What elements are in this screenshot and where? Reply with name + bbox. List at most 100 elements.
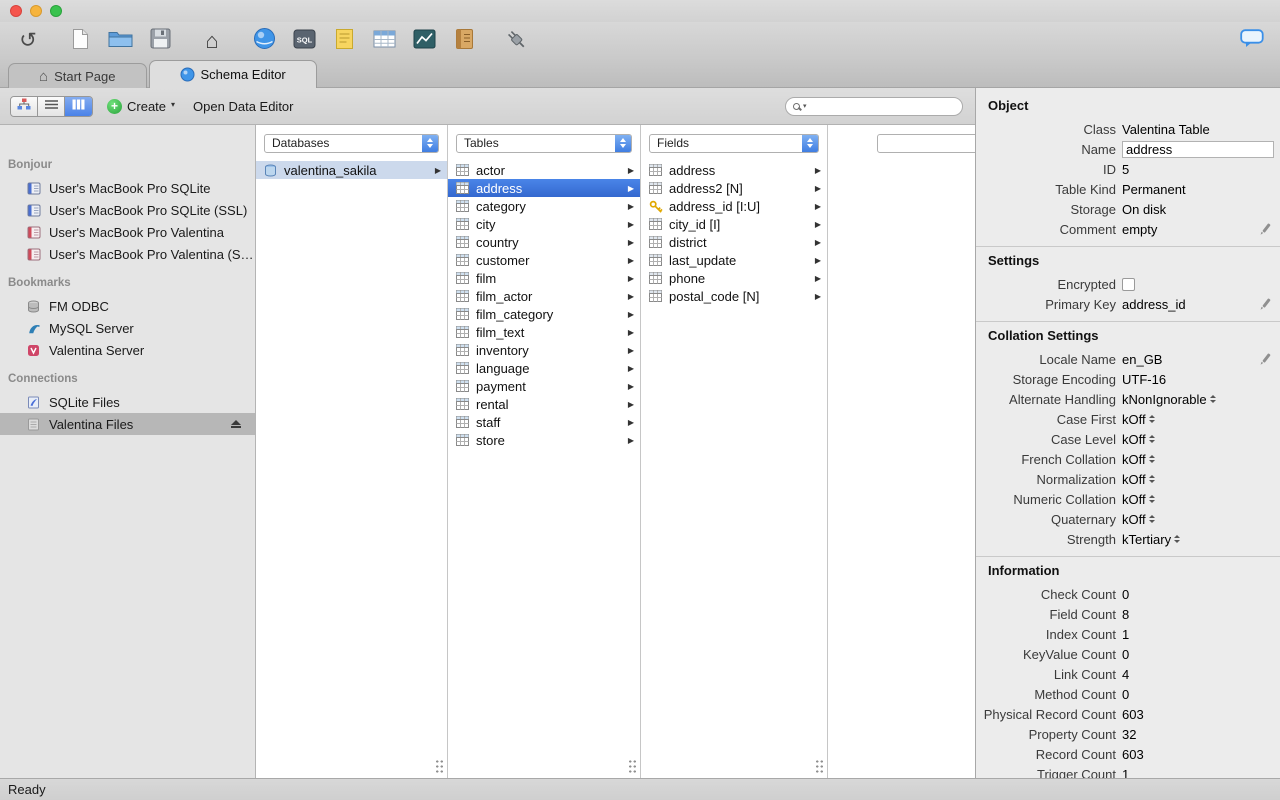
list-item[interactable]: payment ▶ xyxy=(448,377,640,395)
item-label: customer xyxy=(476,252,530,268)
value-stepper-icon[interactable] xyxy=(1148,515,1155,523)
open-data-editor-button[interactable]: Open Data Editor xyxy=(193,99,293,114)
tab-schema-editor[interactable]: Schema Editor xyxy=(148,60,317,88)
resize-grip[interactable] xyxy=(435,759,445,774)
list-item[interactable]: city ▶ xyxy=(448,215,640,233)
name-input[interactable] xyxy=(1122,140,1274,158)
sidebar-item[interactable]: User's MacBook Pro Valentina (S… xyxy=(0,243,255,265)
value-stepper-icon[interactable] xyxy=(1148,495,1155,503)
search-field[interactable]: ▾ xyxy=(785,96,963,116)
list-item[interactable]: inventory ▶ xyxy=(448,341,640,359)
list-item[interactable]: district ▶ xyxy=(641,233,827,251)
open-file-button[interactable] xyxy=(106,27,134,55)
value-stepper-icon[interactable] xyxy=(1209,395,1216,403)
list-item[interactable]: phone ▶ xyxy=(641,269,827,287)
inspector-row: Index Count 1 xyxy=(976,624,1280,644)
list-item[interactable]: valentina_sakila ▶ xyxy=(256,161,447,179)
property-label: Storage Encoding xyxy=(1012,371,1116,387)
list-item[interactable]: address ▶ xyxy=(448,179,640,197)
list-item[interactable]: address2 [N] ▶ xyxy=(641,179,827,197)
disclosure-arrow-icon: ▶ xyxy=(627,345,634,355)
new-document-button[interactable] xyxy=(66,27,94,55)
home-icon: ⌂ xyxy=(205,27,219,53)
list-item[interactable]: film_text ▶ xyxy=(448,323,640,341)
sidebar-item[interactable]: User's MacBook Pro SQLite xyxy=(0,177,255,199)
disclosure-arrow-icon: ▶ xyxy=(627,201,634,211)
undo-button[interactable]: ↺ xyxy=(14,27,42,55)
feedback-chat-button[interactable] xyxy=(1238,27,1266,55)
list-item[interactable]: store ▶ xyxy=(448,431,640,449)
sidebar-item[interactable]: MySQL Server xyxy=(0,317,255,339)
minimize-button[interactable] xyxy=(30,5,42,17)
sql-editor-button[interactable]: SQL xyxy=(290,27,318,55)
list-item[interactable]: film_actor ▶ xyxy=(448,287,640,305)
checkbox[interactable] xyxy=(1122,277,1135,291)
sidebar-item[interactable]: Valentina Files xyxy=(0,413,255,435)
sidebar-item[interactable]: User's MacBook Pro SQLite (SSL) xyxy=(0,199,255,221)
field-icon xyxy=(649,254,665,266)
report-editor-button[interactable] xyxy=(450,27,478,55)
table-icon xyxy=(456,272,472,284)
value-stepper-icon[interactable] xyxy=(1148,455,1155,463)
close-button[interactable] xyxy=(10,5,22,17)
list-item[interactable]: postal_code [N] ▶ xyxy=(641,287,827,305)
inspector-row: Name xyxy=(976,139,1280,159)
tree-view-button[interactable] xyxy=(11,96,38,116)
save-button[interactable] xyxy=(146,27,174,55)
sidebar-item[interactable]: SQLite Files xyxy=(0,391,255,413)
value-stepper-icon[interactable] xyxy=(1174,535,1181,543)
home-button[interactable]: ⌂ xyxy=(198,27,226,55)
query-notes-button[interactable] xyxy=(330,27,358,55)
key-icon xyxy=(649,200,665,213)
inspector-row: Primary Key address_id xyxy=(976,294,1280,314)
sidebar-item[interactable]: FM ODBC xyxy=(0,295,255,317)
property-label: Primary Key xyxy=(1045,296,1116,312)
edit-pencil-icon[interactable] xyxy=(1260,297,1273,311)
list-item[interactable]: language ▶ xyxy=(448,359,640,377)
column-scope-dropdown[interactable] xyxy=(877,133,975,153)
inspector-row: Alternate Handling kNonIgnorable xyxy=(976,389,1280,409)
server-connection-button[interactable] xyxy=(502,27,530,55)
inspector-section: Collation Settings Locale Name en_GB Storag… xyxy=(976,321,1280,549)
edit-pencil-icon[interactable] xyxy=(1260,222,1273,236)
value-stepper-icon[interactable] xyxy=(1148,475,1155,483)
eject-icon[interactable] xyxy=(231,419,241,429)
value-stepper-icon[interactable] xyxy=(1148,415,1155,423)
table-icon xyxy=(456,200,472,212)
zoom-button[interactable] xyxy=(50,5,62,17)
list-item[interactable]: film ▶ xyxy=(448,269,640,287)
diagram-editor-button[interactable] xyxy=(410,27,438,55)
tab-start-page[interactable]: ⌂ Start Page xyxy=(8,63,147,88)
create-button[interactable]: + Create ▾ xyxy=(107,98,175,114)
list-item[interactable]: last_update ▶ xyxy=(641,251,827,269)
list-item[interactable]: actor ▶ xyxy=(448,161,640,179)
property-value: Valentina Table xyxy=(1122,121,1210,137)
list-item[interactable]: film_category ▶ xyxy=(448,305,640,323)
list-item[interactable]: category ▶ xyxy=(448,197,640,215)
column-scope-dropdown[interactable]: Fields xyxy=(649,133,819,153)
column-view-button[interactable] xyxy=(65,96,92,116)
sources-sidebar: Bonjour User's MacBook Pro SQLite User's M… xyxy=(0,125,256,778)
inspector-row: Link Count 4 xyxy=(976,664,1280,684)
list-item[interactable]: country ▶ xyxy=(448,233,640,251)
search-input[interactable] xyxy=(806,98,962,114)
list-item[interactable]: rental ▶ xyxy=(448,395,640,413)
data-editor-button[interactable] xyxy=(370,27,398,55)
list-item[interactable]: staff ▶ xyxy=(448,413,640,431)
list-item[interactable]: address ▶ xyxy=(641,161,827,179)
sidebar-item[interactable]: User's MacBook Pro Valentina xyxy=(0,221,255,243)
list-item[interactable]: address_id [I:U] ▶ xyxy=(641,197,827,215)
resize-grip[interactable] xyxy=(628,759,638,774)
sidebar-item[interactable]: Valentina Server xyxy=(0,339,255,361)
server-connection-icon xyxy=(503,27,529,56)
edit-pencil-icon[interactable] xyxy=(1260,352,1273,366)
column-scope-dropdown[interactable]: Databases xyxy=(264,133,439,153)
sqlite-files-icon xyxy=(27,396,44,409)
schema-editor-button[interactable] xyxy=(250,27,278,55)
resize-grip[interactable] xyxy=(815,759,825,774)
list-item[interactable]: city_id [I] ▶ xyxy=(641,215,827,233)
value-stepper-icon[interactable] xyxy=(1148,435,1155,443)
list-item[interactable]: customer ▶ xyxy=(448,251,640,269)
list-view-button[interactable] xyxy=(38,96,65,116)
column-scope-dropdown[interactable]: Tables xyxy=(456,133,632,153)
